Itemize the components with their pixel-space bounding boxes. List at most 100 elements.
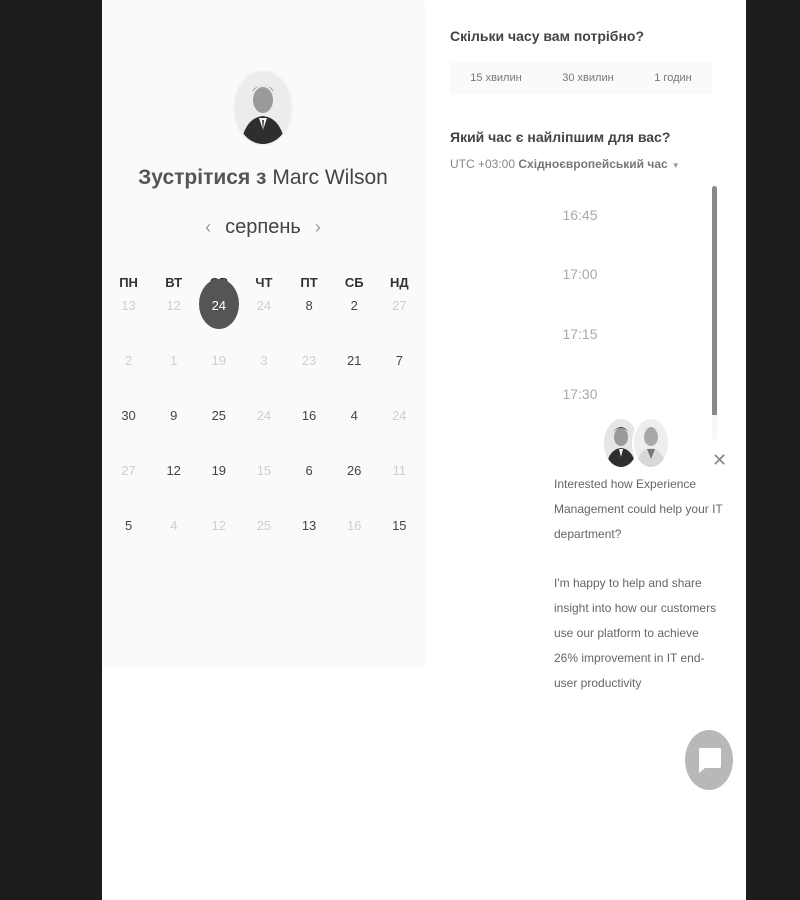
calendar-day[interactable]: 21	[332, 349, 377, 373]
calendar-day: 3	[241, 349, 286, 373]
calendar-day-number: 3	[260, 353, 268, 368]
calendar-day: 4	[151, 514, 196, 538]
chat-message: Interested how Experience Management cou…	[554, 472, 726, 720]
organizer-name: Marc Wilson	[272, 166, 388, 189]
time-slot-scrollbar[interactable]	[712, 186, 717, 440]
calendar-day[interactable]: 2	[332, 294, 377, 318]
calendar-day[interactable]: 7	[377, 349, 422, 373]
calendar-day-selected[interactable]: 24	[196, 279, 241, 329]
time-slot[interactable]: 17:00	[490, 244, 670, 304]
calendar-grid: ПН ВТ СР ЧТ ПТ СБ НД 13 12 24 24 8 2 27 2 1 19 3 23…	[106, 272, 422, 569]
duration-question: Скільки часу вам потрібно?	[450, 28, 645, 44]
duration-option-30min[interactable]: 30 хвилин	[562, 72, 613, 84]
duration-selector: 15 хвилин 30 хвилин 1 годин	[450, 62, 712, 94]
calendar-day[interactable]: 26	[332, 459, 377, 483]
calendar-day-number: 30	[121, 408, 136, 423]
calendar-day[interactable]: 15	[377, 514, 422, 538]
calendar-day: 24	[241, 294, 286, 318]
calendar-day-number: 21	[346, 353, 362, 368]
time-slot-list: 16:45 17:00 17:15 17:30	[490, 186, 670, 424]
calendar-day: 24	[241, 404, 286, 428]
calendar-day-number: 7	[395, 353, 403, 368]
time-slot[interactable]: 17:15	[490, 304, 670, 364]
calendar-day-number: 15	[392, 518, 407, 533]
month-label: серпень	[225, 215, 301, 238]
calendar-day-number: 9	[170, 408, 178, 423]
calendar-day-number: 24	[256, 298, 272, 313]
calendar-day[interactable]: 12	[151, 459, 196, 483]
calendar-day: 12	[151, 294, 196, 318]
calendar-day-number: 24	[392, 408, 407, 423]
calendar-day: 13	[106, 294, 151, 318]
calendar-day[interactable]: 13	[287, 514, 332, 538]
calendar-day-number: 23	[301, 353, 317, 368]
weekday-label: СБ	[344, 275, 364, 290]
calendar-day-number: 27	[121, 463, 136, 478]
time-question: Який час є найліпшим для вас?	[450, 129, 671, 145]
calendar-day[interactable]: 5	[106, 514, 151, 538]
calendar-day[interactable]: 19	[196, 459, 241, 483]
calendar-week-row: 27 12 19 15 6 26 11	[106, 459, 422, 514]
meeting-title-prefix: Зустрітися з	[138, 166, 267, 189]
calendar-day: 11	[377, 459, 422, 483]
calendar-day: 27	[106, 459, 151, 483]
calendar-day-number: 13	[121, 298, 136, 313]
organizer-avatar	[235, 72, 291, 144]
calendar-day-number: 16	[301, 408, 317, 423]
calendar-day: 25	[241, 514, 286, 538]
organizer-panel: Зустрітися з Marc Wilson ‹ серпень › ПН …	[102, 0, 424, 665]
calendar-day[interactable]: 6	[287, 459, 332, 483]
calendar-day-number: 15	[256, 463, 272, 478]
calendar-day-number: 2	[124, 353, 133, 368]
calendar-day-number: 24	[256, 408, 272, 423]
calendar-day-number: 12	[211, 518, 227, 533]
weekday-label: ВТ	[165, 275, 183, 290]
month-navigation: ‹ серпень ›	[102, 212, 424, 242]
calendar-day-number: 12	[166, 463, 181, 478]
calendar-day: 15	[241, 459, 286, 483]
scheduler-page: Зустрітися з Marc Wilson ‹ серпень › ПН …	[102, 0, 746, 900]
calendar-week-row: 30 9 25 24 16 4 24	[106, 404, 422, 459]
chevron-left-icon[interactable]: ‹	[205, 217, 211, 238]
duration-option-1hour[interactable]: 1 годин	[654, 72, 691, 84]
weekday-label: НД	[389, 275, 409, 290]
calendar-week-row: 5 4 12 25 13 16 15	[106, 514, 422, 569]
calendar-day-number: 13	[301, 518, 317, 533]
timezone-selector[interactable]: UTC +03:00 Східноєвропейський час ▼	[450, 157, 680, 171]
calendar-day-number: 5	[124, 518, 133, 533]
calendar-day-number: 6	[305, 463, 313, 478]
chevron-right-icon[interactable]: ›	[315, 217, 321, 238]
calendar-day-number: 25	[211, 408, 227, 423]
calendar-day[interactable]: 25	[196, 404, 241, 428]
calendar-day-number: 19	[211, 463, 227, 478]
calendar-day[interactable]: 30	[106, 404, 151, 428]
calendar-day-number: 2	[350, 298, 358, 313]
calendar-day[interactable]: 9	[151, 404, 196, 428]
weekday-label: ПТ	[300, 275, 318, 290]
calendar-day-number: 25	[256, 518, 272, 533]
close-icon[interactable]: ✕	[712, 450, 727, 471]
calendar-days: 13 12 24 24 8 2 27 2 1 19 3 23 21 7 30 9 25 24 16 4 24 27 12 19…	[106, 279, 422, 569]
timezone-name: Східноєвропейський час	[518, 157, 668, 171]
calendar-day[interactable]: 16	[287, 404, 332, 428]
calendar-week-row: 13 12 24 24 8 2 27	[106, 279, 422, 349]
chat-message-paragraph: Interested how Experience Management cou…	[554, 477, 723, 541]
calendar-week-row: 2 1 19 3 23 21 7	[106, 349, 422, 404]
chat-message-paragraph: I'm happy to help and share insight into…	[554, 576, 717, 690]
calendar-day: 1	[151, 349, 196, 373]
calendar-day-number: 8	[305, 298, 313, 313]
duration-option-15min[interactable]: 15 хвилин	[470, 72, 521, 84]
calendar-day: 12	[196, 514, 241, 538]
time-slot[interactable]: 16:45	[490, 186, 670, 244]
calendar-day: 19	[196, 349, 241, 373]
calendar-day-number: 19	[211, 353, 227, 368]
calendar-day-number: 16	[346, 518, 362, 533]
caret-down-icon: ▼	[671, 161, 680, 170]
calendar-day: 27	[377, 294, 422, 318]
meeting-title: Зустрітися з Marc Wilson	[102, 166, 424, 190]
calendar-day-number: 4	[170, 518, 178, 533]
calendar-day: 23	[287, 349, 332, 373]
calendar-day[interactable]: 8	[287, 294, 332, 318]
calendar-day[interactable]: 4	[332, 404, 377, 428]
chat-launcher-button[interactable]	[685, 730, 733, 790]
